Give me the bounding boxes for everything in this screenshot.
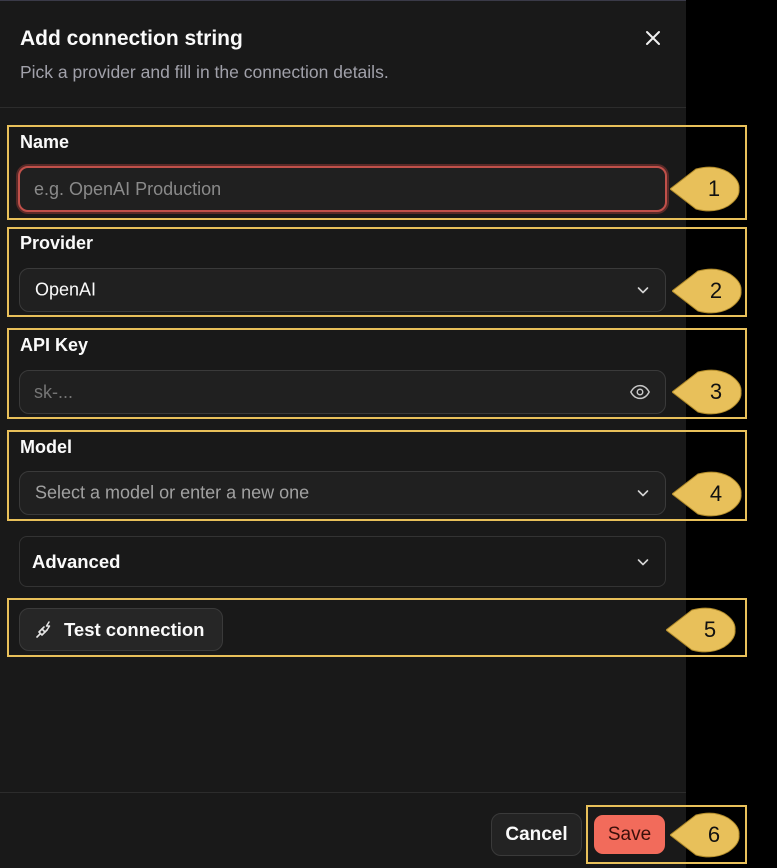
footer-divider — [0, 792, 686, 793]
close-icon — [646, 31, 660, 45]
advanced-label: Advanced — [32, 550, 121, 572]
callout-marker-1: 1 — [670, 166, 742, 212]
dialog-subtitle: Pick a provider and fill in the connecti… — [20, 62, 389, 82]
dialog-title: Add connection string — [20, 27, 243, 50]
close-button[interactable] — [640, 25, 666, 51]
callout-number: 6 — [707, 822, 721, 847]
test-connection-label: Test connection — [64, 618, 205, 640]
chevron-down-icon — [637, 558, 649, 565]
test-connection-button[interactable]: Test connection — [19, 608, 223, 651]
api-key-input[interactable] — [20, 371, 610, 413]
provider-select[interactable]: OpenAI — [19, 268, 666, 312]
callout-number: 3 — [709, 379, 723, 404]
advanced-section-toggle[interactable]: Advanced — [19, 536, 666, 587]
callout-marker-5: 5 — [666, 607, 738, 653]
name-label: Name — [20, 132, 70, 152]
name-input[interactable] — [18, 166, 667, 212]
api-key-field — [19, 370, 666, 414]
save-button[interactable]: Save — [594, 815, 665, 854]
model-combobox[interactable]: Select a model or enter a new one — [19, 471, 666, 515]
callout-number: 5 — [703, 617, 717, 642]
plug-zap-icon — [36, 621, 51, 638]
eye-icon — [629, 384, 651, 400]
chevron-down-icon — [637, 490, 649, 497]
header-divider — [0, 107, 686, 108]
model-placeholder: Select a model or enter a new one — [35, 482, 310, 503]
api-key-label: API Key — [20, 335, 89, 355]
callout-number: 2 — [709, 278, 723, 303]
cancel-button[interactable]: Cancel — [491, 813, 582, 856]
model-label: Model — [20, 437, 72, 457]
callout-marker-3: 3 — [672, 369, 744, 415]
backdrop — [686, 0, 777, 868]
callout-number: 1 — [707, 176, 721, 201]
callout-marker-2: 2 — [672, 268, 744, 314]
callout-marker-6: 6 — [670, 812, 742, 858]
callout-marker-4: 4 — [672, 471, 744, 517]
provider-label: Provider — [20, 233, 94, 253]
provider-value: OpenAI — [35, 279, 97, 300]
add-connection-dialog: Add connection string Pick a provider an… — [0, 0, 686, 868]
chevron-down-icon — [637, 287, 649, 294]
callout-number: 4 — [709, 481, 723, 506]
toggle-visibility-button[interactable] — [615, 371, 665, 413]
